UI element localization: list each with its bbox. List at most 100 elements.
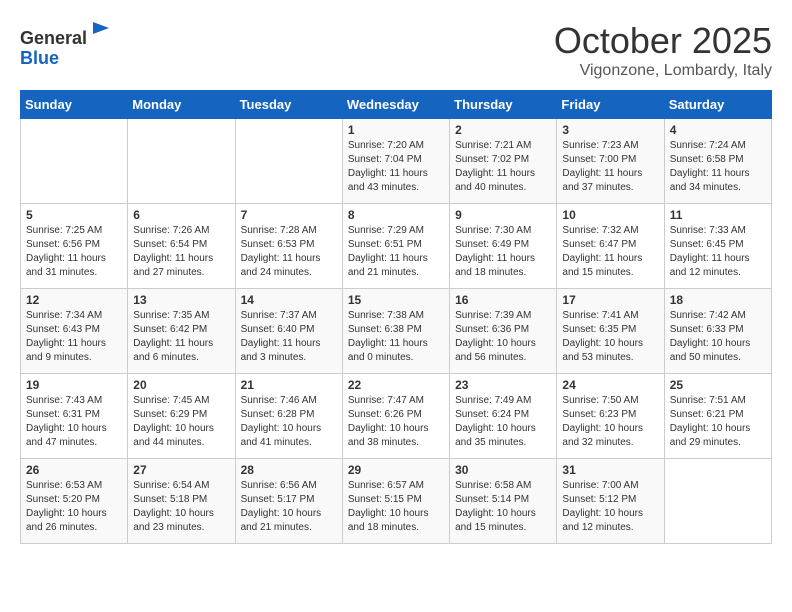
calendar-week-row: 5Sunrise: 7:25 AMSunset: 6:56 PMDaylight… [21,204,772,289]
day-number: 16 [455,293,551,307]
calendar-cell: 25Sunrise: 7:51 AMSunset: 6:21 PMDayligh… [664,374,771,459]
calendar-cell: 16Sunrise: 7:39 AMSunset: 6:36 PMDayligh… [450,289,557,374]
day-number: 22 [348,378,444,392]
cell-content: Sunset: 6:43 PM [26,323,122,337]
cell-content: Sunset: 5:14 PM [455,493,551,507]
cell-content: Sunset: 6:49 PM [455,238,551,252]
day-number: 24 [562,378,658,392]
cell-content: Sunrise: 7:34 AM [26,309,122,323]
column-header-thursday: Thursday [450,91,557,119]
cell-content: Sunset: 6:45 PM [670,238,766,252]
day-number: 31 [562,463,658,477]
calendar-cell: 20Sunrise: 7:45 AMSunset: 6:29 PMDayligh… [128,374,235,459]
cell-content: Sunset: 6:51 PM [348,238,444,252]
calendar-cell: 17Sunrise: 7:41 AMSunset: 6:35 PMDayligh… [557,289,664,374]
cell-content: Sunset: 5:15 PM [348,493,444,507]
calendar-cell: 31Sunrise: 7:00 AMSunset: 5:12 PMDayligh… [557,459,664,544]
cell-content: Sunset: 5:12 PM [562,493,658,507]
logo: General Blue [20,20,113,69]
cell-content: Sunset: 6:56 PM [26,238,122,252]
cell-content: Sunset: 6:54 PM [133,238,229,252]
cell-content: Sunrise: 6:53 AM [26,479,122,493]
cell-content: Sunset: 6:31 PM [26,408,122,422]
cell-content: Sunrise: 7:38 AM [348,309,444,323]
cell-content: Sunset: 7:00 PM [562,153,658,167]
day-number: 14 [241,293,337,307]
column-header-friday: Friday [557,91,664,119]
cell-content: Sunrise: 7:43 AM [26,394,122,408]
day-number: 30 [455,463,551,477]
cell-content: Sunset: 6:24 PM [455,408,551,422]
logo-general: General [20,28,87,48]
cell-content: Sunset: 5:17 PM [241,493,337,507]
cell-content: Sunset: 6:35 PM [562,323,658,337]
cell-content: Sunrise: 6:58 AM [455,479,551,493]
calendar-cell: 18Sunrise: 7:42 AMSunset: 6:33 PMDayligh… [664,289,771,374]
cell-content: Sunset: 6:58 PM [670,153,766,167]
cell-content: Sunset: 6:26 PM [348,408,444,422]
cell-content: Sunrise: 7:37 AM [241,309,337,323]
day-number: 10 [562,208,658,222]
column-header-saturday: Saturday [664,91,771,119]
day-number: 11 [670,208,766,222]
day-number: 7 [241,208,337,222]
cell-content: Sunrise: 7:49 AM [455,394,551,408]
calendar-cell: 8Sunrise: 7:29 AMSunset: 6:51 PMDaylight… [342,204,449,289]
cell-content: Sunrise: 7:46 AM [241,394,337,408]
calendar-cell [128,119,235,204]
calendar-cell: 11Sunrise: 7:33 AMSunset: 6:45 PMDayligh… [664,204,771,289]
day-number: 6 [133,208,229,222]
cell-content: Daylight: 10 hours and 15 minutes. [455,507,551,535]
day-number: 12 [26,293,122,307]
cell-content: Daylight: 11 hours and 37 minutes. [562,167,658,195]
cell-content: Sunrise: 7:30 AM [455,224,551,238]
day-number: 13 [133,293,229,307]
cell-content: Daylight: 11 hours and 18 minutes. [455,252,551,280]
calendar-cell: 2Sunrise: 7:21 AMSunset: 7:02 PMDaylight… [450,119,557,204]
calendar-cell: 9Sunrise: 7:30 AMSunset: 6:49 PMDaylight… [450,204,557,289]
cell-content: Daylight: 10 hours and 50 minutes. [670,337,766,365]
day-number: 18 [670,293,766,307]
cell-content: Sunset: 6:28 PM [241,408,337,422]
cell-content: Daylight: 10 hours and 35 minutes. [455,422,551,450]
day-number: 26 [26,463,122,477]
calendar-cell: 14Sunrise: 7:37 AMSunset: 6:40 PMDayligh… [235,289,342,374]
day-number: 3 [562,123,658,137]
calendar-cell: 12Sunrise: 7:34 AMSunset: 6:43 PMDayligh… [21,289,128,374]
cell-content: Sunrise: 6:56 AM [241,479,337,493]
cell-content: Sunrise: 7:33 AM [670,224,766,238]
cell-content: Sunset: 6:21 PM [670,408,766,422]
calendar-week-row: 12 Sunrise: 7:34 AMSunset: 6:43 PM Dayligh… [21,289,772,374]
cell-content: Sunrise: 7:24 AM [670,139,766,153]
cell-content: Sunrise: 7:25 AM [26,224,122,238]
cell-content: Sunrise: 7:32 AM [562,224,658,238]
day-number: 17 [562,293,658,307]
day-number: 23 [455,378,551,392]
cell-content: Daylight: 10 hours and 53 minutes. [562,337,658,365]
cell-content: Daylight: 10 hours and 23 minutes. [133,507,229,535]
calendar-cell: 26Sunrise: 6:53 AMSunset: 5:20 PMDayligh… [21,459,128,544]
day-number: 15 [348,293,444,307]
cell-content: Sunrise: 7:50 AM [562,394,658,408]
location: Vigonzone, Lombardy, Italy [554,62,772,80]
cell-content: Daylight: 11 hours and 15 minutes. [562,252,658,280]
cell-content: Sunset: 6:53 PM [241,238,337,252]
logo-blue: Blue [20,48,59,68]
day-number: 1 [348,123,444,137]
cell-content: Sunrise: 7:28 AM [241,224,337,238]
calendar-cell: 19Sunrise: 7:43 AMSunset: 6:31 PMDayligh… [21,374,128,459]
cell-content: Sunrise: 7:23 AM [562,139,658,153]
day-number: 4 [670,123,766,137]
cell-content: Sunrise: 6:57 AM [348,479,444,493]
cell-content: Sunrise: 7:21 AM [455,139,551,153]
calendar-cell: 7Sunrise: 7:28 AMSunset: 6:53 PMDaylight… [235,204,342,289]
calendar-header-row: SundayMondayTuesdayWednesdayThursdayFrid… [21,91,772,119]
cell-content: Sunset: 7:04 PM [348,153,444,167]
calendar-cell: 27Sunrise: 6:54 AMSunset: 5:18 PMDayligh… [128,459,235,544]
calendar-cell: 6Sunrise: 7:26 AMSunset: 6:54 PMDaylight… [128,204,235,289]
cell-content: Daylight: 11 hours and 21 minutes. [348,252,444,280]
calendar-cell: 4Sunrise: 7:24 AMSunset: 6:58 PMDaylight… [664,119,771,204]
day-number: 8 [348,208,444,222]
cell-content: Sunset: 6:42 PM [133,323,229,337]
calendar-week-row: 19Sunrise: 7:43 AMSunset: 6:31 PMDayligh… [21,374,772,459]
